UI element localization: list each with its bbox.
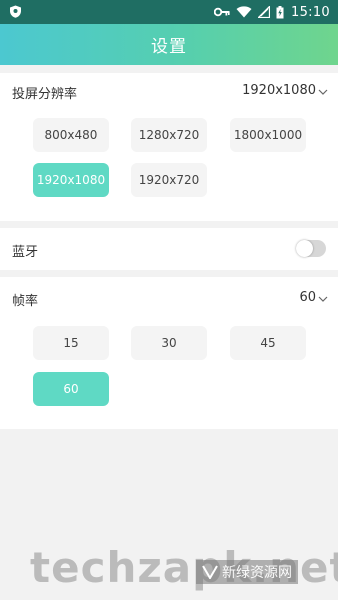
resolution-option-1920x720[interactable]: 1920x720 [131,163,207,197]
frame-rate-option-30[interactable]: 30 [131,326,207,360]
frame-rate-dropdown[interactable]: 60 [299,290,328,305]
signal-icon [258,6,271,18]
key-icon [214,7,230,17]
bluetooth-label: 蓝牙 [12,245,39,260]
resolution-selected-value: 1920x1080 [242,83,316,98]
resolution-option-800x480[interactable]: 800x480 [33,118,109,152]
toggle-knob [296,240,313,257]
app-bar: 设置 [0,24,338,65]
chevron-down-icon [318,293,328,303]
wifi-icon [236,6,252,18]
resolution-option-1800x1000[interactable]: 1800x1000 [230,118,306,152]
frame-rate-selected-value: 60 [299,290,316,305]
status-icons: 15:10 [208,0,330,24]
frame-rate-option-15[interactable]: 15 [33,326,109,360]
frame-rate-option-45[interactable]: 45 [230,326,306,360]
frame-rate-option-60[interactable]: 60 [33,372,109,406]
page-title: 设置 [151,37,187,57]
resolution-option-1920x1080[interactable]: 1920x1080 [33,163,109,197]
battery-charging-icon [276,5,284,19]
bluetooth-toggle[interactable] [296,240,326,257]
watermark-logo-icon [202,565,218,579]
shield-icon [9,5,22,18]
bluetooth-section: 蓝牙 [0,228,338,270]
watermark-badge: 新绿资源网 [196,560,298,584]
status-time: 15:10 [291,4,330,20]
frame-rate-label: 帧率 [12,294,39,309]
frame-rate-section: 帧率 60 15 30 45 60 [0,277,338,429]
chevron-down-icon [318,86,328,96]
resolution-option-1280x720[interactable]: 1280x720 [131,118,207,152]
resolution-section: 投屏分辨率 1920x1080 800x480 1280x720 1800x10… [0,73,338,221]
resolution-dropdown[interactable]: 1920x1080 [242,83,328,98]
status-bar: 15:10 [0,0,338,24]
resolution-label: 投屏分辨率 [12,87,78,102]
watermark-badge-text: 新绿资源网 [222,565,292,581]
